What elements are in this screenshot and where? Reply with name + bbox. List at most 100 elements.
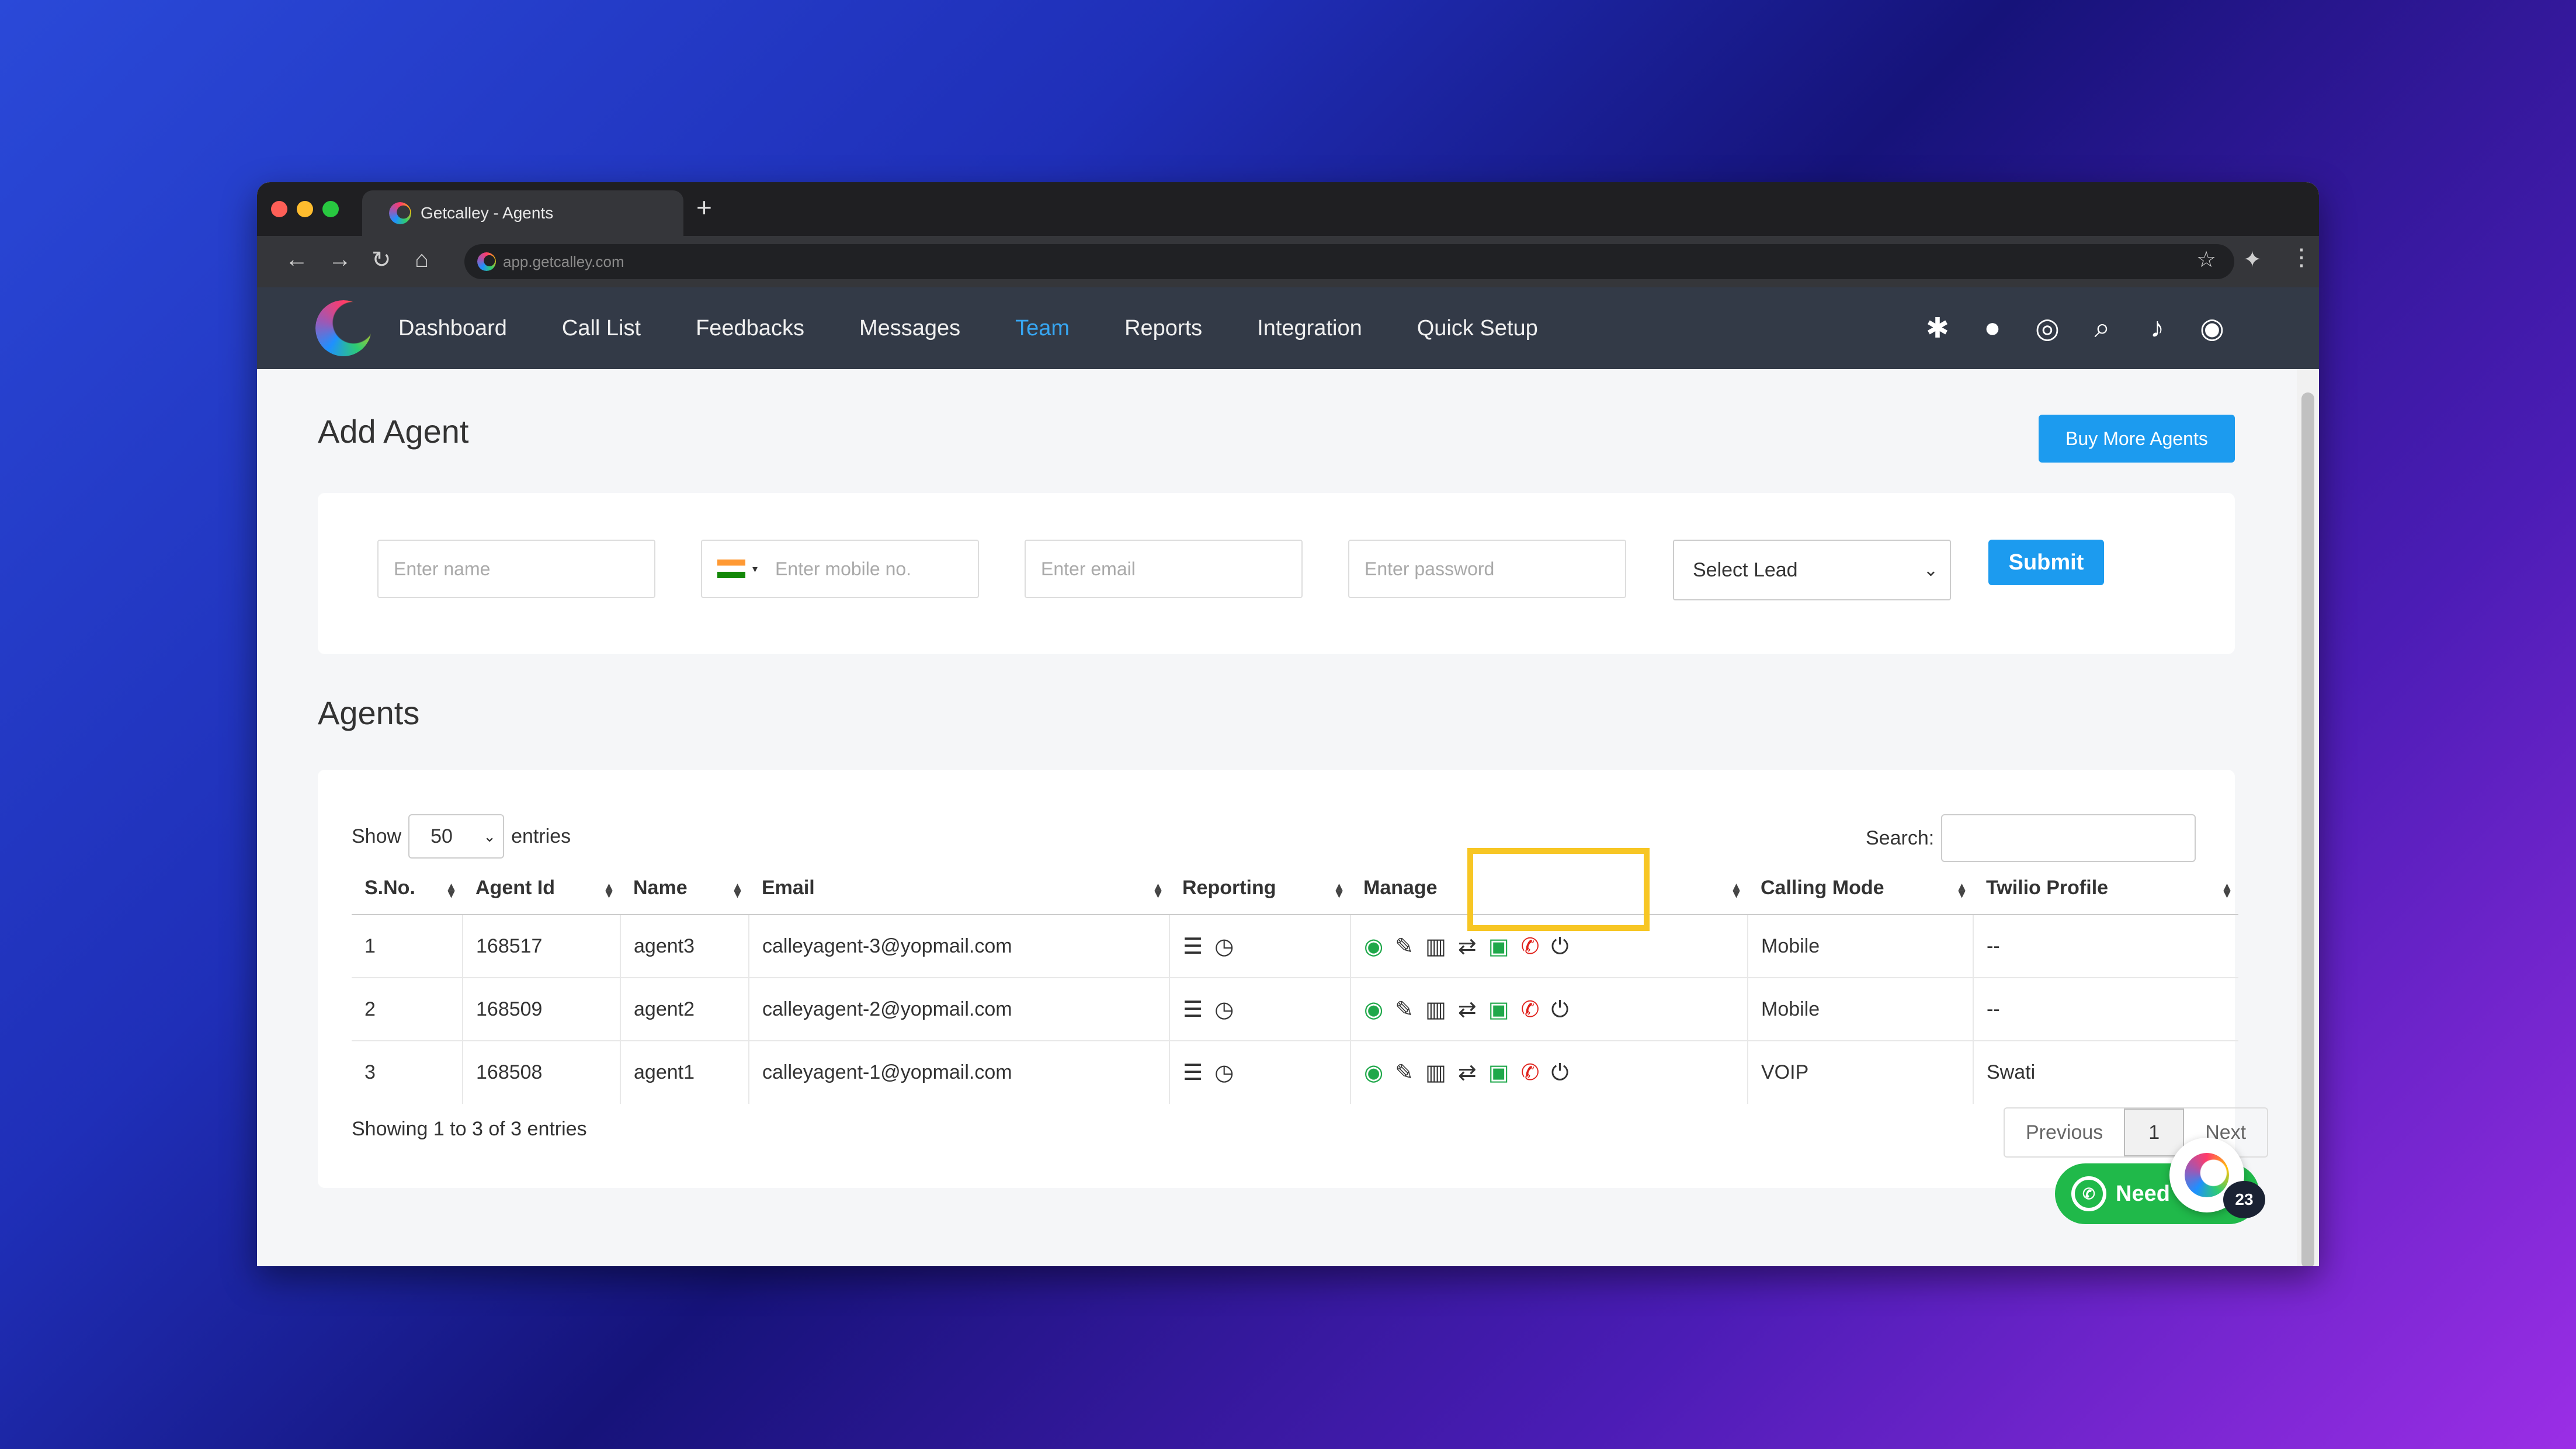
col-agent-id[interactable]: Agent Id ▴ ▾ <box>463 862 620 915</box>
support-icon[interactable]: ◎ <box>2031 312 2064 345</box>
cell-calling-mode: Mobile <box>1747 914 1973 978</box>
sort-icon: ▴ ▾ <box>1958 879 1965 901</box>
url-field[interactable]: app.getcalley.com <box>464 244 2234 279</box>
whatsapp-icon: ✆ <box>2071 1176 2106 1211</box>
minimize-window-button[interactable] <box>297 201 313 217</box>
address-bar: ← → ↻ ⌂ app.getcalley.com ☆ ✦ ⋮ <box>257 236 2319 287</box>
scrollbar-thumb[interactable] <box>2301 392 2314 1266</box>
edit-icon[interactable]: ✎ <box>1395 933 1414 960</box>
cell-calling-mode: VOIP <box>1747 1040 1973 1104</box>
extensions-icon[interactable]: ✦ <box>2243 246 2262 273</box>
select-lead-value: Select Lead <box>1693 558 1798 581</box>
cell-reporting: ☰ ◷ <box>1169 914 1351 978</box>
mobile-input[interactable]: ▾ Enter mobile no. <box>701 540 979 598</box>
home-icon[interactable]: ⌂ <box>415 246 429 273</box>
lock-icon[interactable]: ▣ <box>1488 996 1509 1023</box>
col-email[interactable]: Email ▴ ▾ <box>749 862 1169 915</box>
email-input[interactable]: Enter email <box>1025 540 1303 598</box>
pagination-page-1[interactable]: 1 <box>2124 1109 2185 1156</box>
reload-icon[interactable]: ↻ <box>372 246 391 273</box>
chat-label: Need <box>2116 1181 2170 1206</box>
col-name[interactable]: Name ▴ ▾ <box>620 862 749 915</box>
close-window-button[interactable] <box>271 201 287 217</box>
edit-icon[interactable]: ✎ <box>1395 996 1414 1023</box>
pagination-previous[interactable]: Previous <box>2005 1109 2124 1156</box>
view-eye-icon[interactable]: ◉ <box>1364 933 1383 960</box>
cell-sno: 3 <box>352 1040 463 1104</box>
transfer-icon[interactable]: ⇄ <box>1458 1059 1477 1086</box>
view-eye-icon[interactable]: ◉ <box>1364 1059 1383 1086</box>
power-icon[interactable]: ⏻ <box>1551 1061 1569 1086</box>
nav-team[interactable]: Team <box>1015 316 1070 341</box>
password-input[interactable]: Enter password <box>1348 540 1626 598</box>
forward-icon[interactable]: → <box>328 246 352 273</box>
power-icon[interactable]: ⏻ <box>1551 934 1569 960</box>
phone-icon[interactable]: ✆ <box>1521 933 1540 960</box>
nav-feedbacks[interactable]: Feedbacks <box>696 316 804 341</box>
agents-table-card: Show 50 ⌄ entries Search: S.No. ▴ ▾ Agent … <box>318 770 2269 1188</box>
edit-icon[interactable]: ✎ <box>1395 1059 1414 1086</box>
apple-icon[interactable]: ● <box>1976 312 2009 345</box>
user-icon[interactable]: ◉ <box>2196 312 2228 345</box>
list-icon[interactable]: ☰ <box>1183 1059 1203 1086</box>
list-icon[interactable]: ☰ <box>1183 996 1203 1023</box>
cell-sno: 2 <box>352 977 463 1041</box>
sort-icon: ▴ ▾ <box>605 879 612 901</box>
tab-title: Getcalley - Agents <box>421 204 554 222</box>
clock-icon[interactable]: ◷ <box>1214 1059 1234 1086</box>
select-lead-dropdown[interactable]: Select Lead ⌄ <box>1673 540 1951 600</box>
nav-dashboard[interactable]: Dashboard <box>398 316 507 341</box>
delete-trash-icon[interactable]: ▥ <box>1425 996 1446 1023</box>
bell-icon[interactable]: ♪ <box>2141 312 2174 345</box>
maximize-window-button[interactable] <box>322 201 339 217</box>
table-search-input[interactable] <box>1941 814 2196 862</box>
india-flag-icon[interactable] <box>717 560 745 578</box>
transfer-icon[interactable]: ⇄ <box>1458 933 1477 960</box>
cell-twilio-profile: -- <box>1973 914 2238 978</box>
sort-icon: ▴ ▾ <box>1733 879 1740 901</box>
col-reporting[interactable]: Reporting ▴ ▾ <box>1169 862 1351 915</box>
browser-menu-icon[interactable]: ⋮ <box>2290 244 2313 271</box>
view-eye-icon[interactable]: ◉ <box>1364 996 1383 1023</box>
new-tab-button[interactable]: + <box>696 192 712 223</box>
name-input[interactable]: Enter name <box>377 540 655 598</box>
search-icon[interactable]: ⌕ <box>2086 312 2119 345</box>
page-content: Add Agent Buy More Agents Enter name ▾ E… <box>257 369 2297 1266</box>
browser-tab[interactable]: Getcalley - Agents <box>362 190 683 236</box>
android-icon[interactable]: ✱ <box>1921 312 1954 345</box>
phone-icon[interactable]: ✆ <box>1521 996 1540 1023</box>
lock-icon[interactable]: ▣ <box>1488 1059 1509 1086</box>
delete-trash-icon[interactable]: ▥ <box>1425 1059 1446 1086</box>
nav-call-list[interactable]: Call List <box>562 316 641 341</box>
submit-button[interactable]: Submit <box>1988 540 2104 585</box>
cell-manage: ◉ ✎ ▥ ⇄ ▣ ✆ ⏻ <box>1350 977 1748 1041</box>
power-icon[interactable]: ⏻ <box>1551 998 1569 1023</box>
clock-icon[interactable]: ◷ <box>1214 996 1234 1023</box>
nav-messages[interactable]: Messages <box>859 316 960 341</box>
lock-icon[interactable]: ▣ <box>1488 933 1509 960</box>
calley-brand-logo[interactable] <box>315 300 372 356</box>
caret-down-icon[interactable]: ▾ <box>752 563 758 575</box>
phone-icon[interactable]: ✆ <box>1521 1059 1540 1086</box>
buy-more-agents-button[interactable]: Buy More Agents <box>2039 415 2235 463</box>
clock-icon[interactable]: ◷ <box>1214 933 1234 960</box>
cell-twilio-profile: Swati <box>1973 1040 2238 1104</box>
col-twilio-profile[interactable]: Twilio Profile ▴ ▾ <box>1973 862 2238 915</box>
col-sno[interactable]: S.No. ▴ ▾ <box>352 862 463 915</box>
nav-quick-setup[interactable]: Quick Setup <box>1417 316 1538 341</box>
entries-select[interactable]: 50 ⌄ <box>408 814 505 859</box>
sort-icon: ▴ ▾ <box>1154 879 1161 901</box>
list-icon[interactable]: ☰ <box>1183 933 1203 960</box>
app-navbar: Dashboard Call List Feedbacks Messages T… <box>257 287 2319 369</box>
page-scrollbar[interactable] <box>2297 369 2319 1266</box>
nav-reports[interactable]: Reports <box>1124 316 1202 341</box>
back-icon[interactable]: ← <box>285 246 308 273</box>
bookmark-star-icon[interactable]: ☆ <box>2196 246 2216 273</box>
col-calling-mode[interactable]: Calling Mode ▴ ▾ <box>1748 862 1973 915</box>
browser-window: Getcalley - Agents + ← → ↻ ⌂ app.getcall… <box>257 182 2319 1266</box>
nav-integration[interactable]: Integration <box>1257 316 1362 341</box>
calley-logo-icon <box>389 202 411 224</box>
url-text: app.getcalley.com <box>503 252 624 270</box>
delete-trash-icon[interactable]: ▥ <box>1425 933 1446 960</box>
transfer-icon[interactable]: ⇄ <box>1458 996 1477 1023</box>
